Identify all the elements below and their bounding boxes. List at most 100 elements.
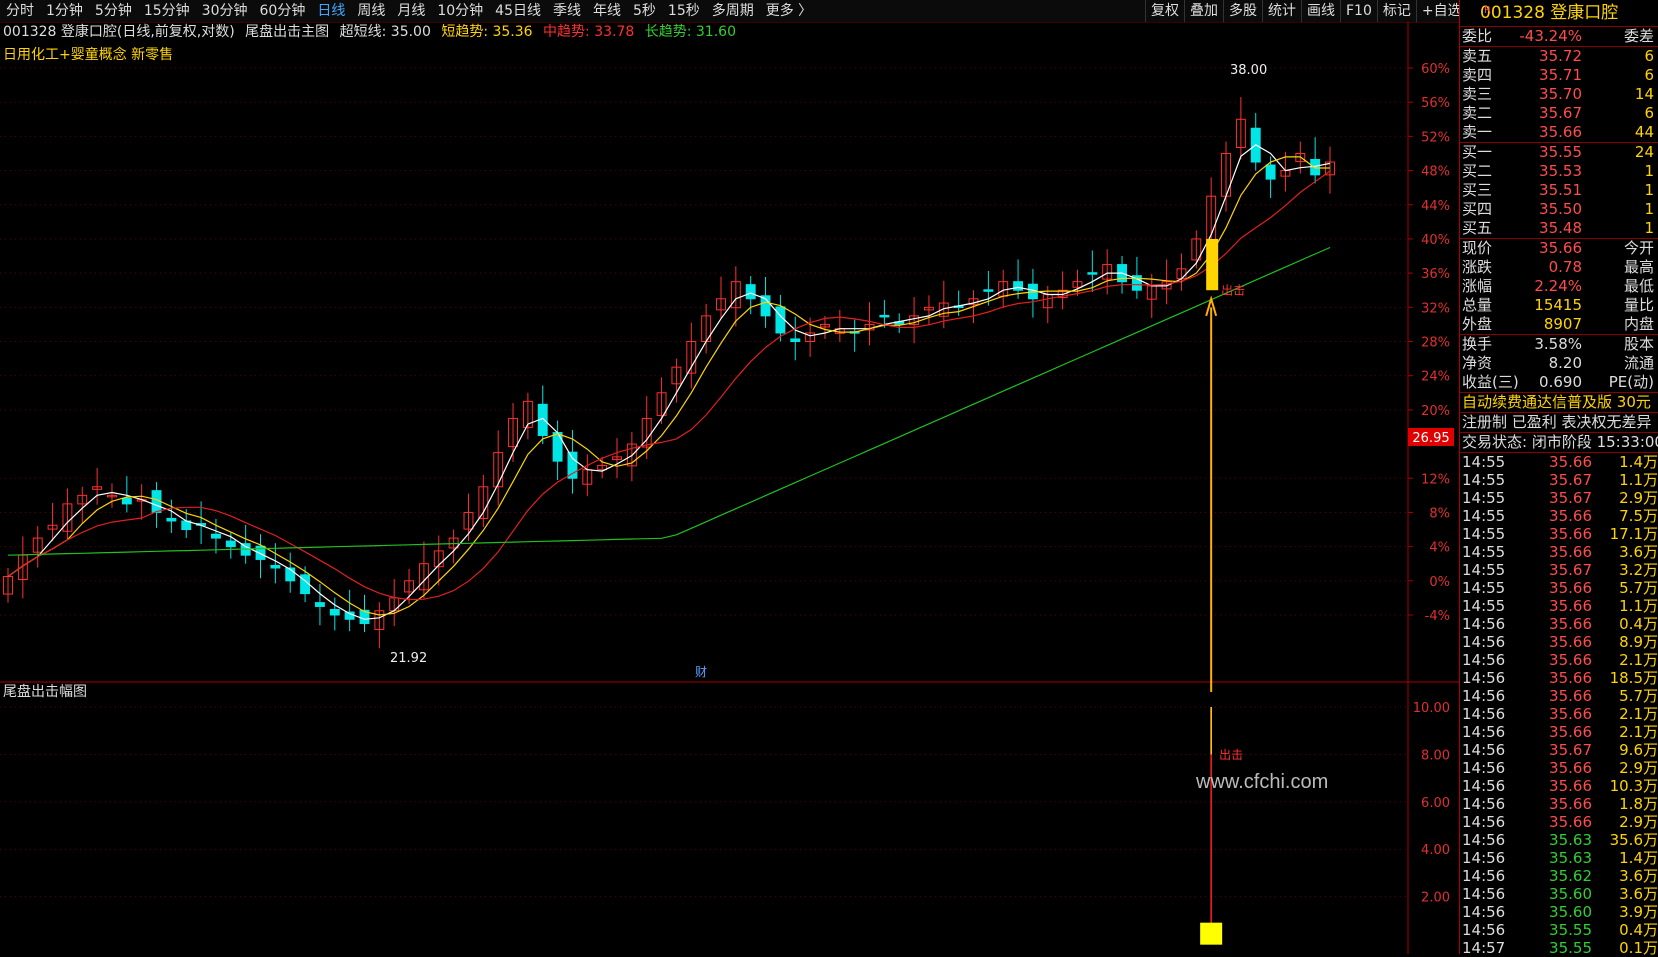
tab-4[interactable]: 30分钟 [196, 0, 254, 22]
tool-6[interactable]: 标记 [1376, 0, 1416, 22]
sell-row-1: 卖四 35.71 6 [1462, 66, 1654, 84]
tab-6[interactable]: 日线 [311, 0, 351, 22]
chao-value: 超短线: 35.00 [339, 24, 431, 40]
tick-row: 14:56 35.66 1.8万 [1462, 795, 1658, 813]
candle-body [879, 314, 890, 318]
candle-body [983, 289, 994, 292]
candle-body [552, 432, 563, 462]
candle-body [1013, 281, 1024, 291]
kline-chart[interactable]: 60% 56% 52% 48% 44% 40% 36% 32% 28% 24% 20% 12% 8% 4%… [0, 22, 1459, 954]
tab-5[interactable]: 60分钟 [254, 0, 312, 22]
tab-2[interactable]: 5分钟 [89, 0, 138, 22]
tab-16[interactable]: 更多 〉 [760, 0, 818, 22]
indicator-name[interactable]: 尾盘出击主图 [245, 24, 329, 40]
tab-10[interactable]: 45日线 [489, 0, 547, 22]
y-tick-label: 8% [1429, 506, 1450, 521]
tick-row: 14:56 35.66 10.3万 [1462, 777, 1658, 795]
tab-11[interactable]: 季线 [547, 0, 587, 22]
period-toolbar: 分时 1分钟 5分钟 15分钟 30分钟 60分钟 日线 周线 月线 10分钟 45日线 季线 年线 5秒… [0, 0, 1658, 23]
candle-body [225, 540, 236, 548]
price-tag: 26.95 [1412, 431, 1449, 446]
sub-tick-label: 8.00 [1421, 748, 1450, 763]
ma-duan-line [7, 156, 1330, 616]
candle-body [775, 306, 786, 334]
tick-row: 14:55 35.66 1.4万 [1462, 453, 1658, 471]
tick-row: 14:56 35.66 5.7万 [1462, 687, 1658, 705]
zhong-value: 中趋势: 33.78 [543, 24, 635, 40]
tool-3[interactable]: 统计 [1262, 0, 1301, 22]
concept-tags: 日用化工+婴童概念 新零售 [3, 47, 174, 63]
tick-row: 14:56 35.60 3.6万 [1462, 885, 1658, 903]
y-tick-label: 28% [1421, 336, 1450, 351]
sub-chart-title[interactable]: 尾盘出击幅图 [3, 681, 87, 701]
chang-value: 长趋势: 31.60 [644, 24, 736, 40]
sub-tick-label: 4.00 [1421, 843, 1450, 858]
sub-tick-label: 6.00 [1421, 796, 1450, 811]
y-tick-label: 36% [1421, 267, 1450, 282]
y-tick-label: 20% [1421, 404, 1450, 419]
y-tick-label: 12% [1421, 472, 1450, 487]
candle-body [567, 451, 578, 479]
tool-0[interactable]: 复权 [1145, 0, 1184, 22]
sub-tick-label: 10.00 [1413, 701, 1450, 716]
candle-body [1087, 272, 1098, 275]
stat-row-3: 总量 15415 量比 [1462, 296, 1654, 314]
tick-row: 14:55 35.67 1.1万 [1462, 471, 1658, 489]
tab-7[interactable]: 周线 [351, 0, 391, 22]
candle-body [1265, 164, 1276, 180]
watermark: www.cfchi.com [1196, 771, 1329, 793]
tick-list[interactable]: 14:55 35.66 1.4万 14:55 35.67 1.1万 14:55 35.67 2.… [1460, 452, 1658, 957]
tab-9[interactable]: 10分钟 [431, 0, 489, 22]
tab-12[interactable]: 年线 [587, 0, 627, 22]
y-tick-label: 48% [1421, 165, 1450, 180]
tool-4[interactable]: 画线 [1301, 0, 1340, 22]
tool-5[interactable]: F10 [1340, 0, 1377, 22]
y-tick-label: 56% [1421, 96, 1450, 111]
stat2-row-0: 换手 3.58% 股本 [1462, 335, 1654, 353]
tool-1[interactable]: 叠加 [1184, 0, 1223, 22]
sell-row-4: 卖一 35.66 44 [1462, 123, 1654, 141]
stat2-row-1: 净资 8.20 流通 [1462, 354, 1654, 372]
candle-body [270, 564, 281, 569]
sell-row-0: 卖五 35.72 6 [1462, 47, 1654, 65]
tab-0[interactable]: 分时 [0, 0, 40, 22]
tick-row: 14:55 35.66 7.5万 [1462, 507, 1658, 525]
buy-row-3: 买四 35.50 1 [1462, 200, 1654, 218]
tick-row: 14:56 35.63 1.4万 [1462, 849, 1658, 867]
tab-14[interactable]: 15秒 [662, 0, 706, 22]
reg-info: 注册制 已盈利 表决权无差异 [1460, 412, 1658, 432]
r-mark: R [1484, 5, 1491, 16]
tool-2[interactable]: 多股 [1223, 0, 1262, 22]
sub-tick-label: 2.00 [1421, 891, 1450, 906]
sell-row-3: 卖二 35.67 6 [1462, 104, 1654, 122]
tick-row: 14:56 35.55 0.4万 [1462, 921, 1658, 939]
tick-row: 14:55 35.66 3.6万 [1462, 543, 1658, 561]
signal-candle [1206, 238, 1219, 291]
tick-row: 14:55 35.66 17.1万 [1462, 525, 1658, 543]
tick-row: 14:56 35.66 2.1万 [1462, 705, 1658, 723]
tab-1[interactable]: 1分钟 [40, 0, 89, 22]
y-tick-label: 4% [1429, 541, 1450, 556]
y-tick-label: -4% [1425, 609, 1450, 624]
tick-row: 14:56 35.66 0.4万 [1462, 615, 1658, 633]
stats: 现价 35.66 今开 涨跌 0.78 最高 涨幅 2.24% 最低 总量 15415 量比 外盘 890… [1460, 238, 1658, 334]
tick-row: 14:55 35.67 2.9万 [1462, 489, 1658, 507]
tick-row: 14:56 35.66 2.1万 [1462, 723, 1658, 741]
tool-buttons: 复权叠加多股统计画线F10标记+自选返回 [1145, 0, 1506, 22]
tab-3[interactable]: 15分钟 [138, 0, 196, 22]
tick-row: 14:55 35.67 3.2万 [1462, 561, 1658, 579]
sell-book: 卖五 35.72 6 卖四 35.71 6 卖三 35.70 14 卖二 35.67 6 卖一 35.66… [1460, 46, 1658, 142]
y-tick-label: 0% [1429, 575, 1450, 590]
y-tick-label: 52% [1421, 130, 1450, 145]
tab-8[interactable]: 月线 [391, 0, 431, 22]
stats-2: 换手 3.58% 股本 净资 8.20 流通 收益(三) 0.690 PE(动) [1460, 334, 1658, 392]
tab-13[interactable]: 5秒 [627, 0, 662, 22]
tick-row: 14:57 35.55 0.1万 [1462, 939, 1658, 957]
ma-short-line [7, 144, 1331, 620]
notice[interactable]: 自动续费通达信普及版 30元 [1460, 392, 1658, 412]
stat-row-2: 涨幅 2.24% 最低 [1462, 277, 1654, 295]
ma-zhong-line [7, 170, 1331, 601]
low-label: 21.92 [390, 651, 427, 666]
tick-row: 14:56 35.66 2.1万 [1462, 651, 1658, 669]
tab-15[interactable]: 多周期 [706, 0, 760, 22]
